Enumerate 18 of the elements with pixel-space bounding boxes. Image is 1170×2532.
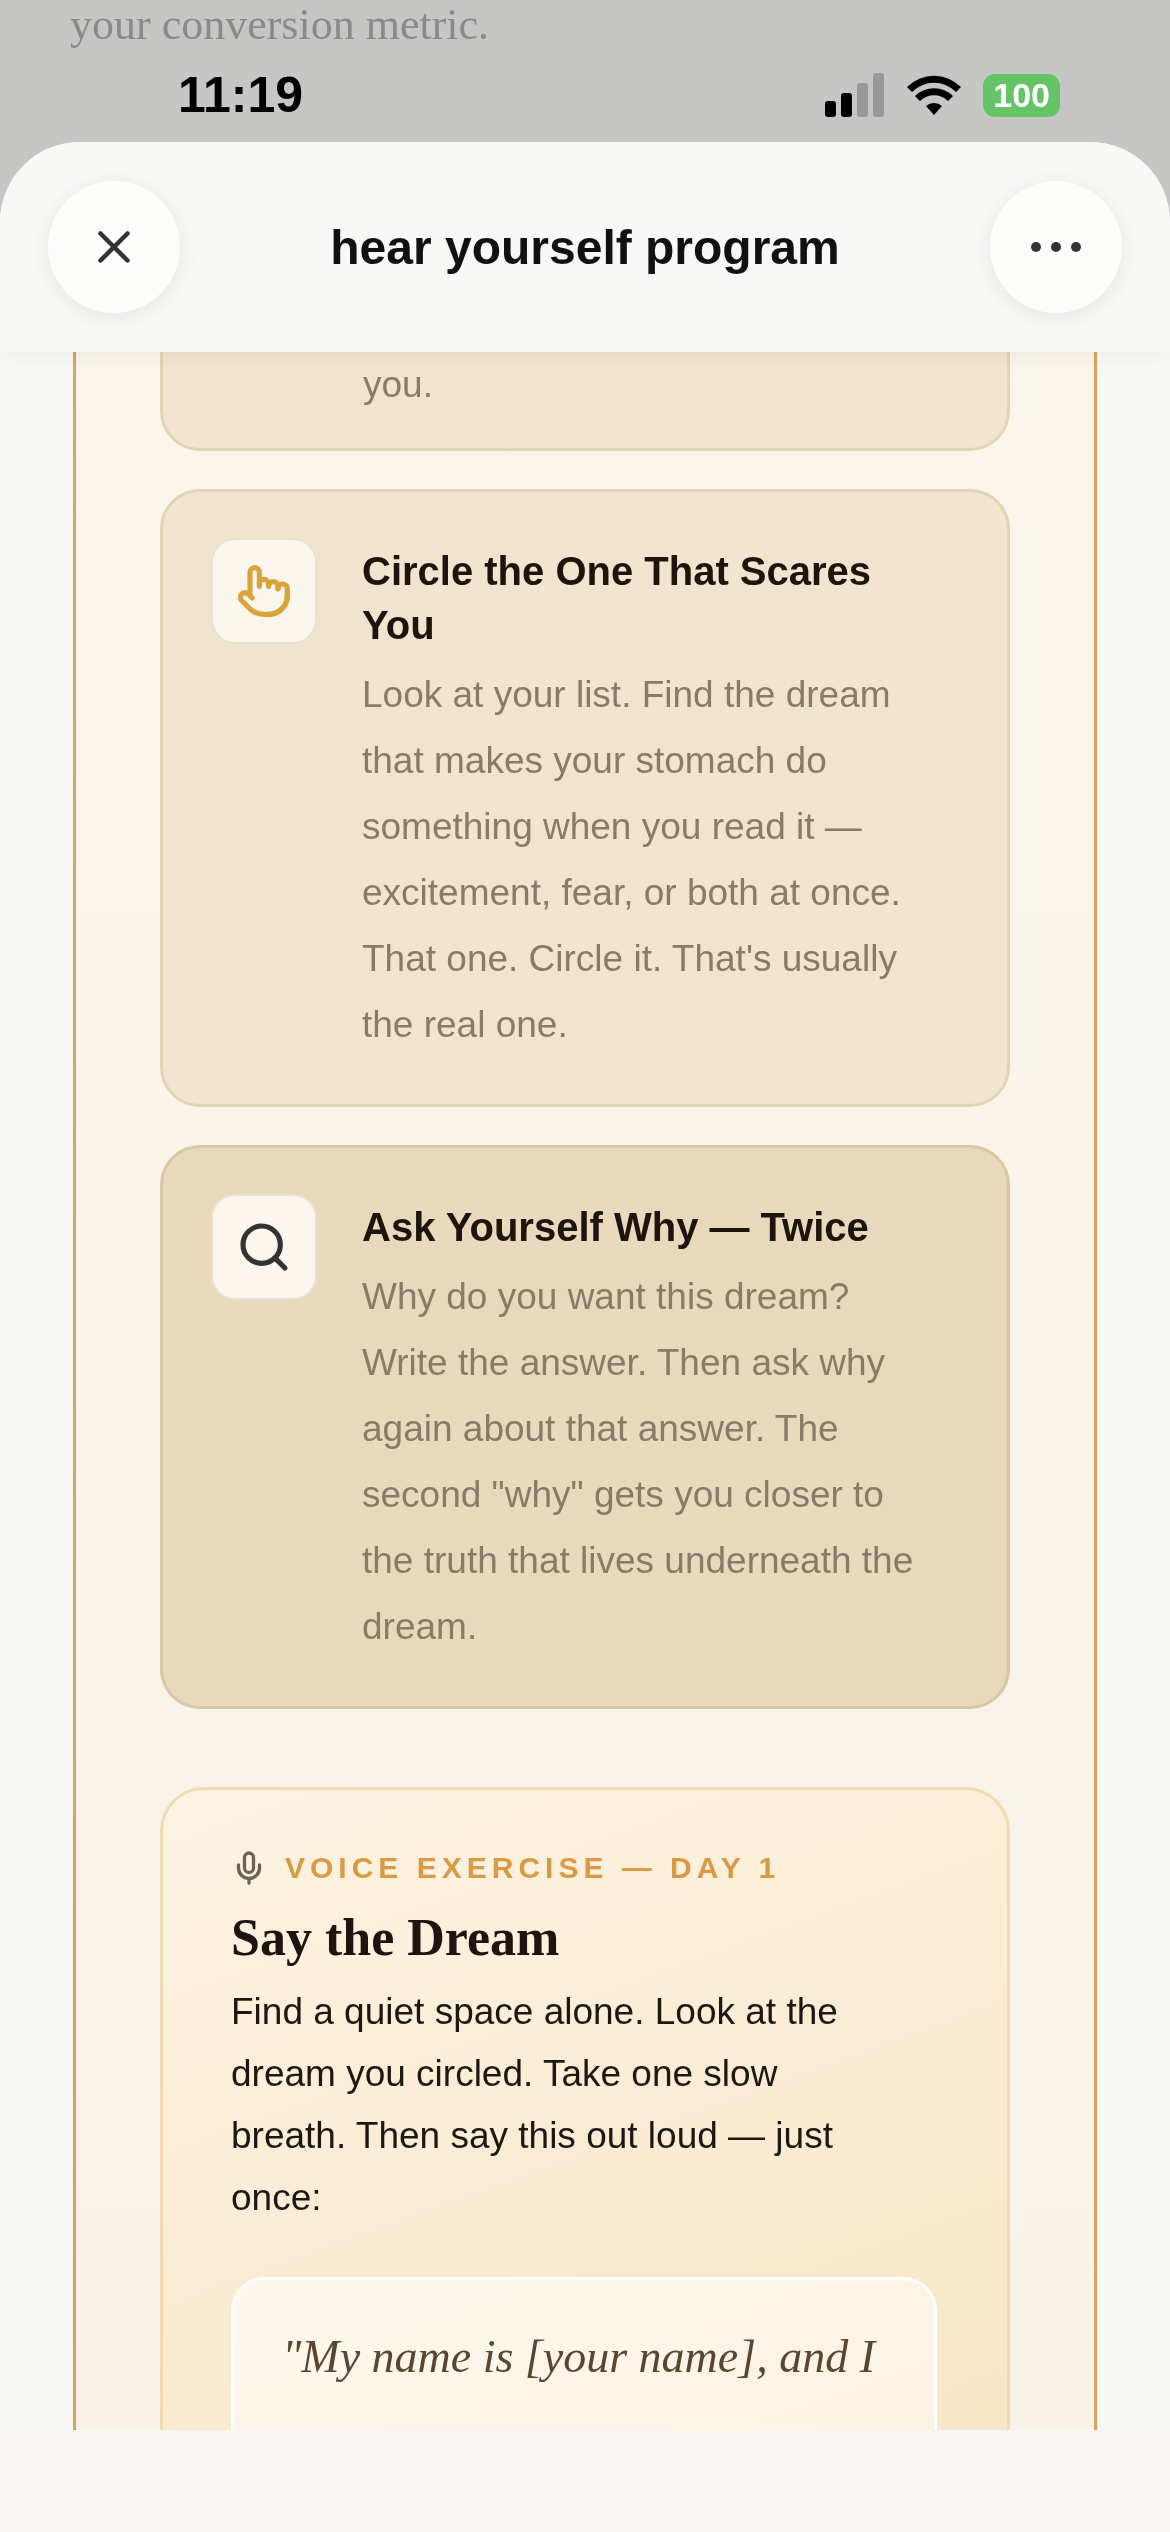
magnifier-icon: [211, 1194, 317, 1300]
sheet-title: hear yourself program: [330, 219, 840, 275]
more-icon: [1031, 242, 1081, 252]
background-text: your conversion metric.: [69, 0, 491, 50]
step-title: Ask Yourself Why — Twice: [362, 1204, 870, 1251]
step-description: you.: [363, 363, 433, 407]
exercise-title: Say the Dream: [231, 1908, 561, 1967]
status-time: 11:19: [178, 66, 304, 124]
wifi-icon: [907, 75, 962, 115]
step-description: Look at your list. Find the dream that makes your stomach do something when you read it — excitement, fear, or both at once. That one. Circle it. That's usually the real one.: [362, 673, 902, 1047]
quote-text: "My name is [your name], and I: [282, 2330, 878, 2383]
battery-indicator: 100: [983, 73, 1060, 117]
step-title: Circle the One That Scares You: [362, 548, 873, 649]
signal-icon: [825, 73, 886, 117]
pointing-hand-icon: [211, 538, 317, 644]
exercise-description: Find a quiet space alone. Look at the dream you circled. Take one slow breath. Then say this out loud — just once:: [231, 1990, 839, 2220]
step-description: Why do you want this dream? Write the answer. Then ask why again about that answer. The second "why" gets you closer to the truth that lives underneath the dream.: [362, 1275, 915, 1649]
exercise-label: VOICE EXERCISE — DAY 1: [285, 1851, 781, 1885]
